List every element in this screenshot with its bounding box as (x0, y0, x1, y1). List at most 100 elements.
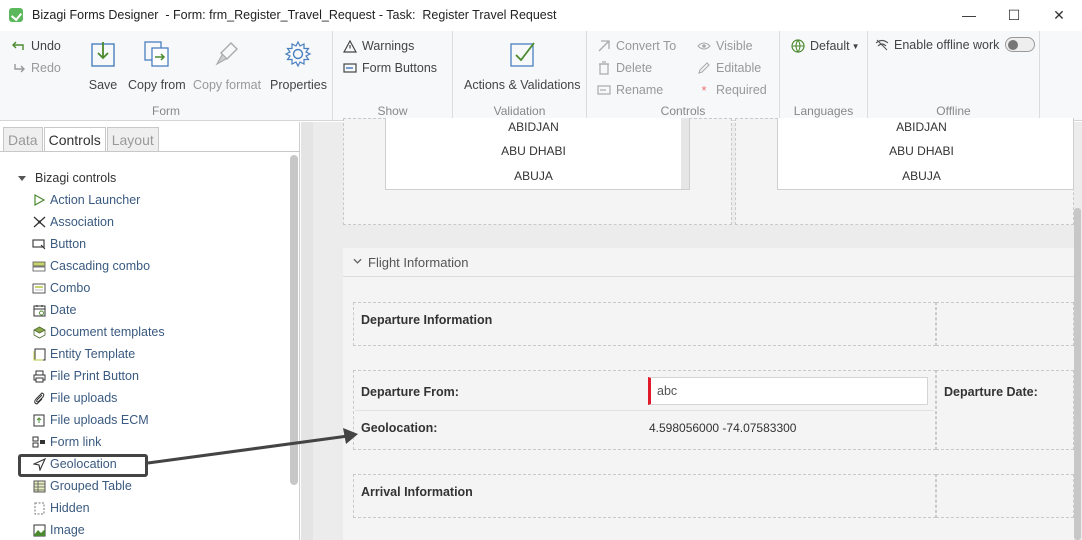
control-button[interactable]: Button (18, 233, 165, 255)
list-item[interactable]: ABUJA (778, 169, 1073, 183)
ribbon-group-validation: Actions & Validations Validation (453, 31, 587, 121)
geolocation-value: 4.598056000 -74.07583300 (649, 421, 797, 435)
required-toggle[interactable]: * Required (697, 83, 766, 98)
undo-button[interactable]: Undo (12, 39, 61, 53)
toggle-knob (1008, 39, 1019, 50)
control-label: File uploads (50, 391, 118, 405)
printer-icon (32, 369, 46, 383)
actions-validations-button[interactable]: Actions & Validations (464, 39, 581, 92)
control-label: Association (50, 215, 114, 229)
hidden-icon (32, 501, 46, 515)
enable-offline-toggle[interactable]: Enable offline work (875, 37, 1036, 52)
control-label: File uploads ECM (50, 413, 149, 427)
list-item[interactable]: ABUJA (386, 169, 689, 183)
undo-icon (12, 39, 26, 53)
control-file-uploads-ecm[interactable]: File uploads ECM (18, 409, 165, 431)
controls-panel-scrollbar[interactable] (290, 155, 298, 485)
departure-info-title: Departure Information (361, 313, 493, 327)
convert-to-button[interactable]: Convert To (597, 39, 676, 53)
control-image[interactable]: Image (18, 519, 165, 540)
departure-from-label: Departure From: (361, 385, 459, 399)
control-label: Button (50, 237, 87, 251)
control-label: Document templates (50, 325, 165, 339)
save-button[interactable]: Save (88, 39, 118, 92)
ribbon-group-languages-label: Languages (793, 104, 854, 118)
editable-label: Editable (716, 61, 762, 75)
control-hidden[interactable]: Hidden (18, 497, 165, 519)
control-file-print-button[interactable]: File Print Button (18, 365, 165, 387)
tab-controls[interactable]: Controls (43, 127, 106, 152)
tab-data[interactable]: Data (3, 127, 43, 151)
window-title: Bizagi Forms Designer - Form: frm_Regist… (32, 8, 557, 22)
language-dropdown[interactable]: Default ▼ (791, 39, 860, 53)
ribbon-group-offline-label: Offline (936, 104, 971, 118)
properties-button[interactable]: Properties (270, 39, 327, 92)
control-label: Cascading combo (50, 259, 151, 273)
flight-information-header[interactable]: Flight Information (343, 248, 1074, 276)
document-template-icon (32, 325, 46, 339)
controls-panel: Data Controls Layout Bizagi controls Act… (0, 122, 300, 540)
canvas-scrollbar[interactable] (1074, 208, 1081, 540)
control-document-templates[interactable]: Document templates (18, 321, 165, 343)
minimize-button[interactable]: — (958, 5, 980, 25)
ribbon-group-controls: Convert To Delete Rename Visible Editabl… (587, 31, 780, 121)
control-cascading-combo[interactable]: Cascading combo (18, 255, 165, 277)
list-scrollbar[interactable] (681, 118, 689, 189)
form-link-icon (32, 435, 46, 449)
list-item[interactable]: ABU DHABI (778, 144, 1073, 158)
control-grouped-table[interactable]: Grouped Table (18, 475, 165, 497)
control-entity-template[interactable]: Entity Template (18, 343, 165, 365)
tree-root-bizagi-controls[interactable]: Bizagi controls (18, 167, 165, 189)
control-label: Hidden (50, 501, 90, 515)
departure-from-input[interactable]: abc (648, 377, 928, 405)
control-file-uploads[interactable]: File uploads (18, 387, 165, 409)
geolocation-label: Geolocation: (361, 421, 438, 435)
toggle-switch[interactable] (1005, 37, 1036, 52)
city-list-left[interactable]: ABIDJAN ABU DHABI ABUJA (385, 118, 690, 190)
control-label: Date (50, 303, 77, 317)
convert-icon (597, 39, 611, 53)
delete-button[interactable]: Delete (597, 61, 652, 75)
list-item[interactable]: ABIDJAN (386, 120, 689, 134)
departure-date-container (936, 370, 1074, 450)
paintbrush-icon (212, 39, 242, 69)
title-bar: Bizagi Forms Designer - Form: frm_Regist… (0, 0, 1082, 31)
rename-button[interactable]: Rename (597, 83, 663, 97)
redo-button[interactable]: Redo (12, 61, 61, 75)
visible-toggle[interactable]: Visible (697, 39, 753, 53)
ribbon-group-offline: Enable offline work Offline (868, 31, 1040, 121)
chevron-down-icon[interactable] (353, 258, 362, 267)
form-buttons-toggle[interactable]: Form Buttons (343, 61, 437, 75)
copy-format-label: Copy format (193, 78, 262, 92)
control-form-link[interactable]: Form link (18, 431, 165, 453)
rename-label: Rename (616, 83, 664, 97)
tab-layout[interactable]: Layout (106, 127, 159, 151)
copy-from-button[interactable]: Copy from (128, 39, 186, 92)
undo-label: Undo (31, 39, 61, 53)
copy-format-button[interactable]: Copy format (193, 39, 261, 92)
warnings-label: Warnings (362, 39, 415, 53)
cascading-combo-icon (32, 259, 46, 273)
bizagi-logo-icon (9, 8, 23, 22)
geolocation-highlight-box (18, 454, 148, 477)
editable-toggle[interactable]: Editable (697, 61, 761, 75)
city-list-right[interactable]: ABIDJAN ABU DHABI ABUJA (777, 118, 1074, 190)
trash-icon (597, 61, 611, 75)
control-association[interactable]: Association (18, 211, 165, 233)
list-item[interactable]: ABU DHABI (386, 144, 689, 158)
warnings-toggle[interactable]: Warnings (343, 39, 414, 53)
control-date[interactable]: Date (18, 299, 165, 321)
control-combo[interactable]: Combo (18, 277, 165, 299)
list-item[interactable]: ABIDJAN (778, 120, 1073, 134)
play-icon (32, 193, 46, 207)
close-button[interactable]: ✕ (1048, 5, 1070, 25)
control-action-launcher[interactable]: Action Launcher (18, 189, 165, 211)
expand-triangle-icon[interactable] (18, 175, 26, 181)
grouped-table-icon (32, 479, 46, 493)
entity-template-icon (32, 347, 46, 361)
actions-validations-label: Actions & Validations (464, 78, 581, 92)
ribbon-group-show: Warnings Form Buttons Show (333, 31, 453, 121)
maximize-button[interactable]: ☐ (1003, 5, 1025, 25)
redo-icon (12, 61, 26, 75)
ribbon-group-validation-label: Validation (493, 104, 546, 118)
